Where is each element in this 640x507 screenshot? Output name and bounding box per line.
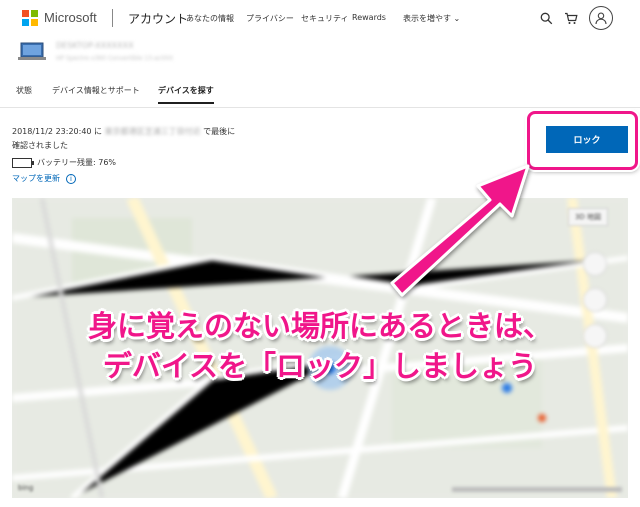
battery-icon [12, 157, 34, 168]
bing-logo: bing [18, 484, 34, 492]
map-3d-label: 3D 地図 [574, 213, 602, 221]
logo-blue-square [22, 19, 29, 26]
user-avatar-icon[interactable] [589, 6, 613, 30]
last-seen-address: 東京都港区芝浦三丁目付近 [104, 127, 201, 136]
refresh-map-row: マップを更新 i [12, 173, 76, 184]
tab-find-device[interactable]: デバイスを探す [158, 85, 214, 104]
info-icon[interactable]: i [66, 173, 76, 184]
device-tabs: 状態 デバイス情報とサポート デバイスを探す [0, 85, 640, 107]
last-seen-timestamp: 2018/11/2 23:20:40 に [12, 127, 103, 136]
annotation-line-2: デバイスを「ロック」しましょう [102, 349, 538, 383]
header-divider [112, 9, 113, 27]
device-name: DESKTOP-XXXXXXX [56, 41, 134, 50]
top-header: Microsoft アカウント あなたの情報 プライバシー セキュリティ Rew… [0, 0, 640, 36]
battery-label: バッテリー残量: 76% [37, 158, 117, 167]
logo-green-square [31, 10, 38, 17]
nav-rewards[interactable]: Rewards [352, 13, 386, 22]
nav-show-more-label: 表示を増やす [403, 14, 451, 23]
logo-yellow-square [31, 19, 38, 26]
nav-privacy[interactable]: プライバシー [246, 13, 294, 24]
confirmed-text: 確認されました [12, 141, 68, 150]
brand-name[interactable]: Microsoft [44, 10, 97, 25]
nav-show-more[interactable]: 表示を増やす ⌄ [403, 13, 460, 24]
last-location-line: 2018/11/2 23:20:40 に 東京都港区芝浦三丁目付近 で最後に [12, 126, 235, 137]
nav-security[interactable]: セキュリティ [301, 13, 349, 24]
last-seen-suffix: で最後に [203, 127, 236, 136]
tabs-divider [0, 107, 640, 108]
battery-status: バッテリー残量: 76% [12, 157, 116, 168]
microsoft-logo[interactable] [22, 10, 38, 26]
lock-button[interactable]: ロック [546, 126, 628, 153]
locate-me-button[interactable] [583, 252, 607, 276]
map-3d-toggle[interactable]: 3D 地図 [568, 208, 608, 226]
laptop-icon [18, 42, 46, 62]
map-copyright [452, 487, 622, 492]
refresh-map-link[interactable]: マップを更新 [12, 173, 60, 184]
tab-status[interactable]: 状態 [16, 85, 32, 102]
nav-your-info[interactable]: あなたの情報 [186, 13, 234, 24]
account-title[interactable]: アカウント [128, 10, 188, 27]
device-model: HP Spectre x360 Convertible 13-ac0XX [56, 55, 174, 62]
annotation-line-1: 身に覚えのない場所にあるときは、 [87, 309, 552, 343]
cart-icon[interactable] [562, 9, 580, 27]
logo-red-square [22, 10, 29, 17]
search-icon[interactable] [537, 9, 555, 27]
tab-device-info-support[interactable]: デバイス情報とサポート [52, 85, 140, 102]
chevron-down-icon: ⌄ [453, 14, 461, 23]
